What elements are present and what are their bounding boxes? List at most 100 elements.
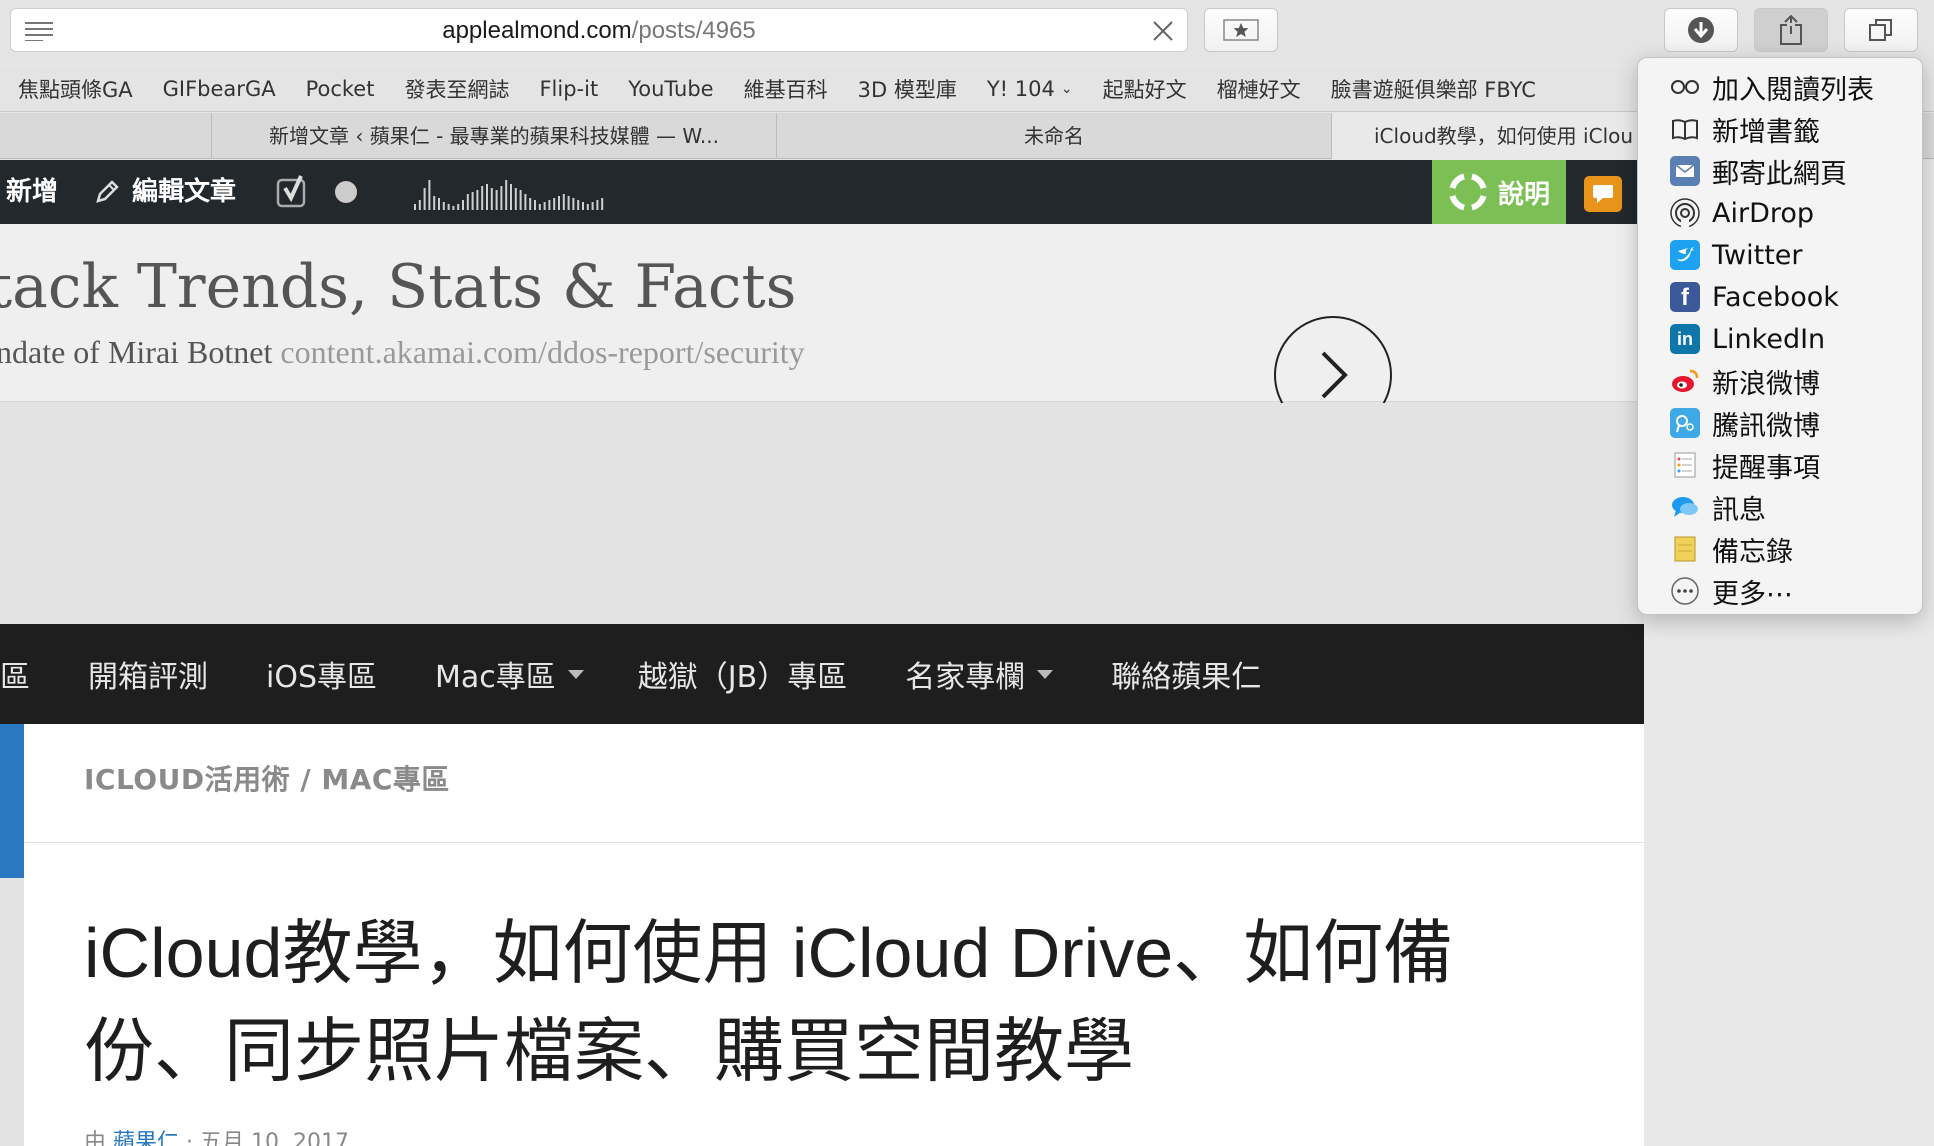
notes-icon xyxy=(1670,534,1700,564)
site-nav: 區 開箱評測 iOS專區 Mac專區 越獄（JB）專區 名家專欄 聯絡蘋果仁 xyxy=(0,624,1644,724)
bookmark-folder-label: Y! 104 xyxy=(986,76,1055,101)
url-domain: applealmond.com xyxy=(442,17,632,44)
share-item-label: 新增書籤 xyxy=(1712,116,1820,148)
bookmark-item[interactable]: 焦點頭條GA xyxy=(18,74,133,104)
more-icon xyxy=(1670,576,1700,606)
bookmark-item[interactable]: GIFbearGA xyxy=(163,77,276,101)
ad-link[interactable]: content.akamai.com/ddos-report/security xyxy=(280,334,804,370)
messages-icon xyxy=(1670,492,1700,522)
nav-item-reviews[interactable]: 開箱評測 xyxy=(88,652,208,696)
nav-item-ios[interactable]: iOS專區 xyxy=(266,652,377,696)
share-item-label: 訊息 xyxy=(1712,494,1766,526)
airdrop-icon xyxy=(1670,198,1700,228)
linkedin-icon: in xyxy=(1670,324,1700,354)
downloads-button[interactable] xyxy=(1664,8,1738,52)
bookmark-item[interactable]: 榴槤好文 xyxy=(1217,74,1301,104)
caret-down-icon xyxy=(567,669,584,679)
bookmark-item[interactable]: Flip-it xyxy=(539,77,598,101)
ad-headline: tack Trends, Stats & Facts xyxy=(0,252,797,322)
yoast-seo-icon[interactable] xyxy=(276,160,312,224)
nav-item-contact[interactable]: 聯絡蘋果仁 xyxy=(1111,652,1261,696)
bookmark-book-icon xyxy=(1670,114,1700,144)
nav-item-columns[interactable]: 名家專欄 xyxy=(905,652,1054,696)
admin-edit-label: 編輯文章 xyxy=(132,177,237,207)
share-item-notes[interactable]: 備忘錄 xyxy=(1638,528,1922,570)
web-page: 新增 編輯文章 說明 tack Trends, Stats & Facts nd… xyxy=(0,160,1644,1146)
comment-bubble-icon[interactable] xyxy=(1584,176,1622,212)
reading-list-icon xyxy=(1670,72,1700,102)
share-item-messages[interactable]: 訊息 xyxy=(1638,486,1922,528)
share-item-reading-list[interactable]: 加入閱讀列表 xyxy=(1638,66,1922,108)
pencil-icon xyxy=(96,180,119,203)
share-item-label: LinkedIn xyxy=(1712,323,1826,355)
nav-item-jailbreak[interactable]: 越獄（JB）專區 xyxy=(638,652,847,696)
share-item-mail[interactable]: 郵寄此網頁 xyxy=(1638,150,1922,192)
bookmark-folder[interactable]: Y! 104 ⌄ xyxy=(987,77,1073,101)
address-bar[interactable]: applealmond.com/posts/4965 xyxy=(10,8,1188,52)
share-item-label: 加入閱讀列表 xyxy=(1712,74,1874,106)
byline-prefix: 由 xyxy=(84,1130,107,1146)
share-item-label: Facebook xyxy=(1712,281,1839,313)
chevron-right-icon xyxy=(1321,351,1348,399)
divider xyxy=(24,842,1644,843)
author-link[interactable]: 蘋果仁 xyxy=(113,1130,179,1146)
share-item-tencent-weibo[interactable]: 騰訊微博 xyxy=(1638,402,1922,444)
admin-edit-link[interactable]: 編輯文章 xyxy=(92,160,236,224)
ad-banner[interactable]: tack Trends, Stats & Facts ndate of Mira… xyxy=(0,224,1644,434)
share-button[interactable] xyxy=(1754,8,1828,52)
nav-item-partial[interactable]: 區 xyxy=(0,652,30,696)
post-date: · 五月 10, 2017 xyxy=(186,1130,349,1146)
nav-item-mac[interactable]: Mac專區 xyxy=(435,652,584,696)
nav-item-mac-label: Mac專區 xyxy=(435,660,556,695)
url-text[interactable]: applealmond.com/posts/4965 xyxy=(11,9,1187,53)
share-item-twitter[interactable]: Twitter xyxy=(1638,234,1922,276)
wp-admin-bar: 新增 編輯文章 說明 xyxy=(0,160,1644,224)
url-path: /posts/4965 xyxy=(631,17,756,44)
sina-weibo-icon xyxy=(1670,366,1700,396)
share-item-label: 備忘錄 xyxy=(1712,536,1793,568)
clear-url-icon[interactable] xyxy=(1151,19,1175,43)
chevron-down-icon: ⌄ xyxy=(1060,80,1073,97)
share-item-bookmark[interactable]: 新增書籤 xyxy=(1638,108,1922,150)
share-item-facebook[interactable]: f Facebook xyxy=(1638,276,1922,318)
help-button[interactable]: 說明 xyxy=(1432,160,1566,224)
tab-new-post[interactable]: 新增文章 ‹ 蘋果仁 - 最專業的蘋果科技媒體 — W... xyxy=(212,113,777,159)
byline: 由 蘋果仁 · 五月 10, 2017 xyxy=(84,1124,349,1146)
share-item-more[interactable]: 更多⋯ xyxy=(1638,570,1922,612)
bookmark-item[interactable]: 臉書遊艇俱樂部 FBYC xyxy=(1331,74,1536,104)
twitter-icon xyxy=(1670,240,1700,270)
tab-untitled[interactable]: 未命名 xyxy=(777,113,1332,159)
mail-icon xyxy=(1670,156,1700,186)
bookmark-item[interactable]: Pocket xyxy=(306,77,375,101)
caret-down-icon xyxy=(1037,669,1054,679)
bookmark-item[interactable]: 維基百科 xyxy=(744,74,828,104)
nav-item-columns-label: 名家專欄 xyxy=(905,660,1026,695)
status-dot-icon xyxy=(333,160,359,224)
share-item-label: 郵寄此網頁 xyxy=(1712,158,1847,190)
share-item-airdrop[interactable]: AirDrop xyxy=(1638,192,1922,234)
star-icon xyxy=(1223,19,1259,41)
bookmark-item[interactable]: 起點好文 xyxy=(1103,74,1187,104)
bookmark-item[interactable]: 3D 模型庫 xyxy=(858,74,957,104)
tabs-overview-button[interactable] xyxy=(1844,8,1918,52)
bookmark-star-button[interactable] xyxy=(1204,8,1278,52)
share-item-label: AirDrop xyxy=(1712,197,1815,229)
admin-new-link[interactable]: 新增 xyxy=(6,160,58,224)
tencent-weibo-icon xyxy=(1670,408,1700,438)
ad-space xyxy=(0,403,1644,623)
tabs-overview-icon xyxy=(1869,19,1892,41)
tab-icloud-article[interactable]: iCloud教學，如何使用 iClou xyxy=(1332,113,1652,159)
bookmark-item[interactable]: 發表至網誌 xyxy=(404,74,509,104)
share-item-linkedin[interactable]: in LinkedIn xyxy=(1638,318,1922,360)
breadcrumb[interactable]: ICLOUD活用術 / MAC專區 xyxy=(84,758,450,798)
share-item-reminders[interactable]: 提醒事項 xyxy=(1638,444,1922,486)
bookmark-item[interactable]: YouTube xyxy=(628,77,713,101)
browser-toolbar: applealmond.com/posts/4965 xyxy=(0,0,1934,64)
stats-sparkline-icon[interactable] xyxy=(412,160,608,224)
download-icon xyxy=(1688,17,1714,43)
share-item-sina-weibo[interactable]: 新浪微博 xyxy=(1638,360,1922,402)
help-label: 說明 xyxy=(1497,179,1550,210)
lifebuoy-icon xyxy=(1448,173,1487,211)
share-item-label: 更多⋯ xyxy=(1712,578,1793,610)
tab-partial[interactable] xyxy=(0,113,212,159)
